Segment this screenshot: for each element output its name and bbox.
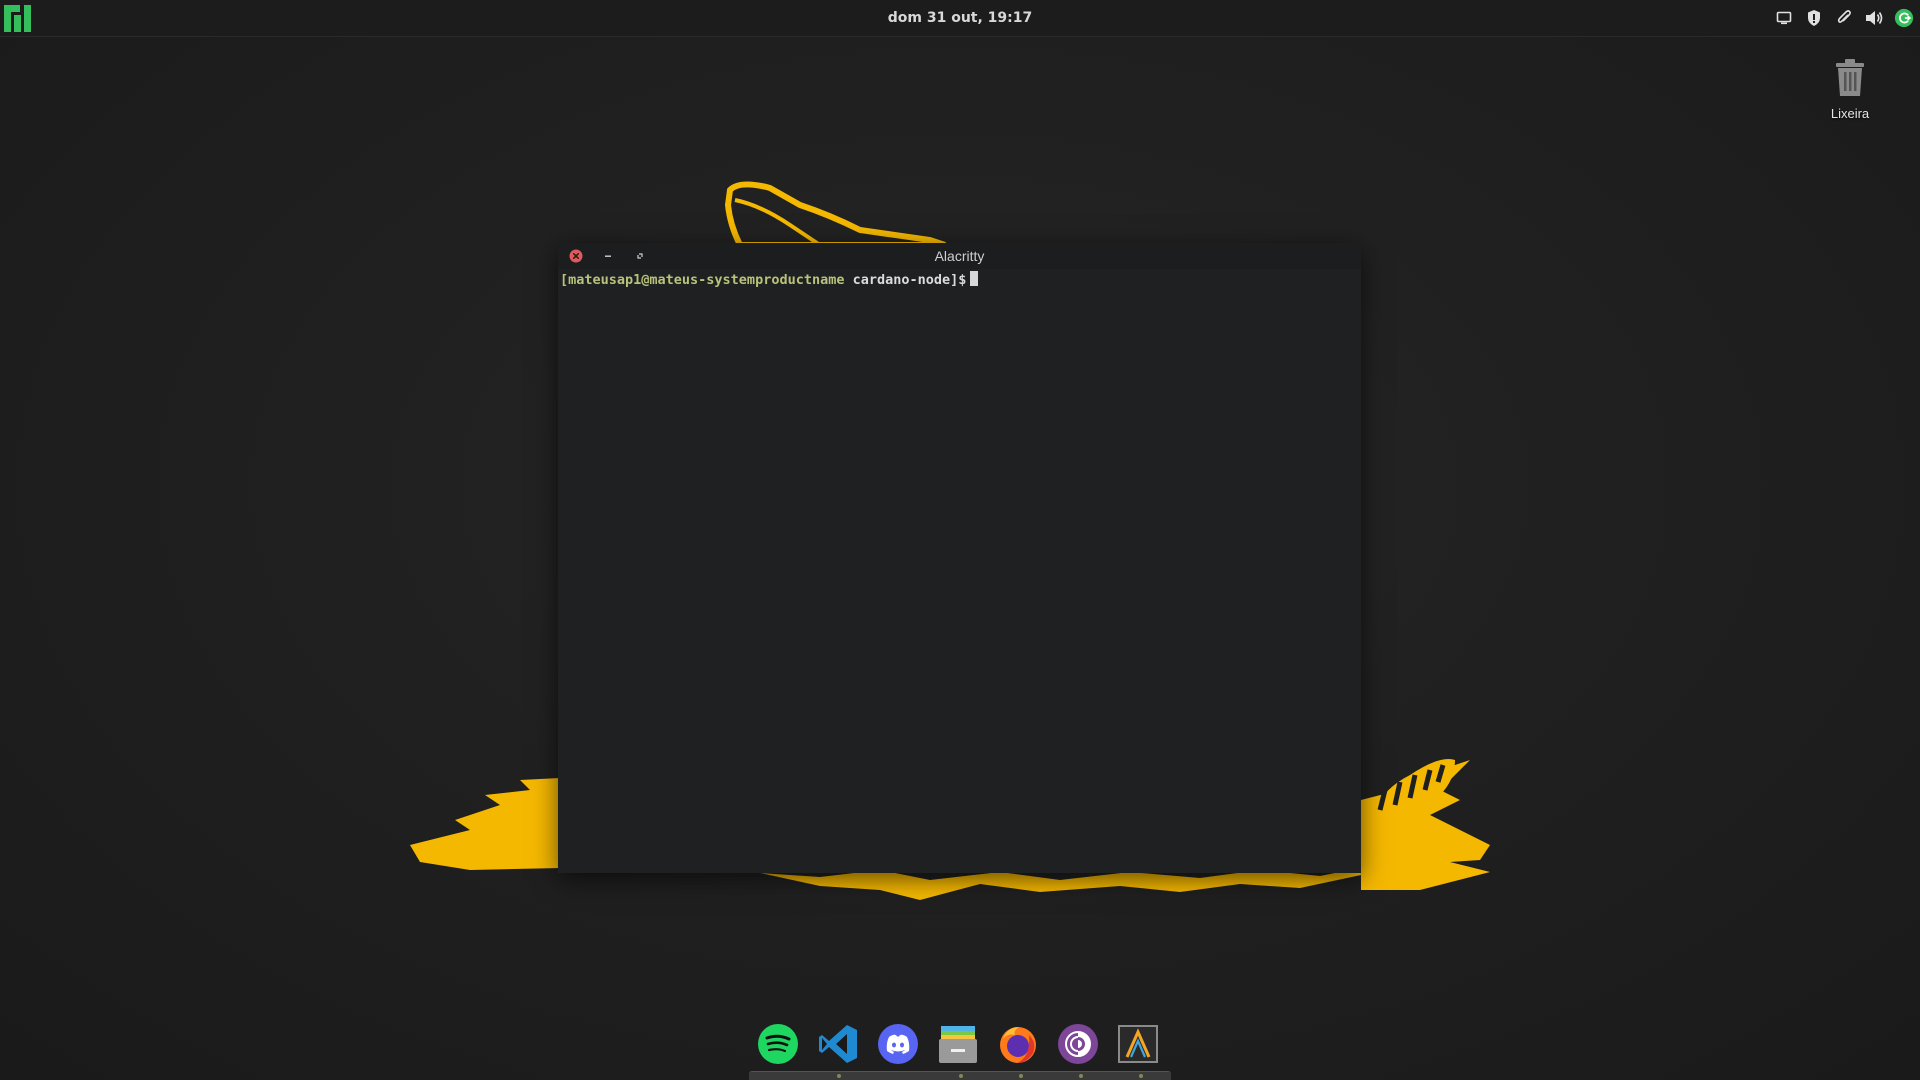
vscode-icon: [819, 1025, 857, 1063]
dock-item-files[interactable]: [934, 1020, 982, 1068]
paperclip-icon[interactable]: [1834, 8, 1854, 28]
dock-item-vscode[interactable]: [814, 1020, 862, 1068]
dock: [754, 1020, 1162, 1068]
files-icon: [939, 1026, 977, 1063]
alacritty-icon: [1118, 1025, 1158, 1063]
dock-item-alacritty[interactable]: [1114, 1020, 1162, 1068]
discord-icon: [878, 1024, 918, 1064]
dock-item-discord[interactable]: [874, 1020, 922, 1068]
trash-icon: [1836, 59, 1864, 96]
trash-label: Lixeira: [1830, 106, 1870, 121]
running-indicator: [1019, 1074, 1023, 1078]
spotify-icon: [758, 1024, 798, 1064]
terminal-body[interactable]: [mateusap1@mateus-systemproductname card…: [558, 269, 1361, 873]
shield-icon[interactable]: [1804, 8, 1824, 28]
dock-bar: [749, 1071, 1171, 1080]
dock-item-spotify[interactable]: [754, 1020, 802, 1068]
running-indicator: [1079, 1074, 1083, 1078]
window-title: Alacritty: [934, 248, 985, 264]
prompt-user-host: [mateusap1@mateus-systemproductname: [560, 272, 845, 288]
dock-item-tor-browser[interactable]: [1054, 1020, 1102, 1068]
running-indicator: [1139, 1074, 1143, 1078]
trash-desktop-icon[interactable]: Lixeira: [1815, 58, 1885, 121]
alacritty-window[interactable]: Alacritty [mateusap1@mateus-systemproduc…: [558, 243, 1361, 873]
screen-icon[interactable]: [1774, 8, 1794, 28]
prompt-directory: cardano-node]$: [844, 272, 967, 288]
running-indicator: [837, 1074, 841, 1078]
window-titlebar[interactable]: Alacritty: [558, 243, 1361, 269]
tor-browser-icon: [1058, 1024, 1098, 1064]
volume-icon[interactable]: [1864, 8, 1884, 28]
desktop: dom 31 out, 19:17 Lixeira Alacritty [mat…: [0, 0, 1920, 1080]
firefox-icon: [1000, 1027, 1036, 1063]
top-panel: dom 31 out, 19:17: [0, 0, 1920, 37]
running-indicator: [959, 1074, 963, 1078]
system-tray: [1774, 0, 1914, 36]
dock-item-firefox[interactable]: [994, 1020, 1042, 1068]
clock[interactable]: dom 31 out, 19:17: [0, 0, 1920, 36]
terminal-cursor: [970, 271, 979, 286]
update-icon[interactable]: [1894, 8, 1914, 28]
